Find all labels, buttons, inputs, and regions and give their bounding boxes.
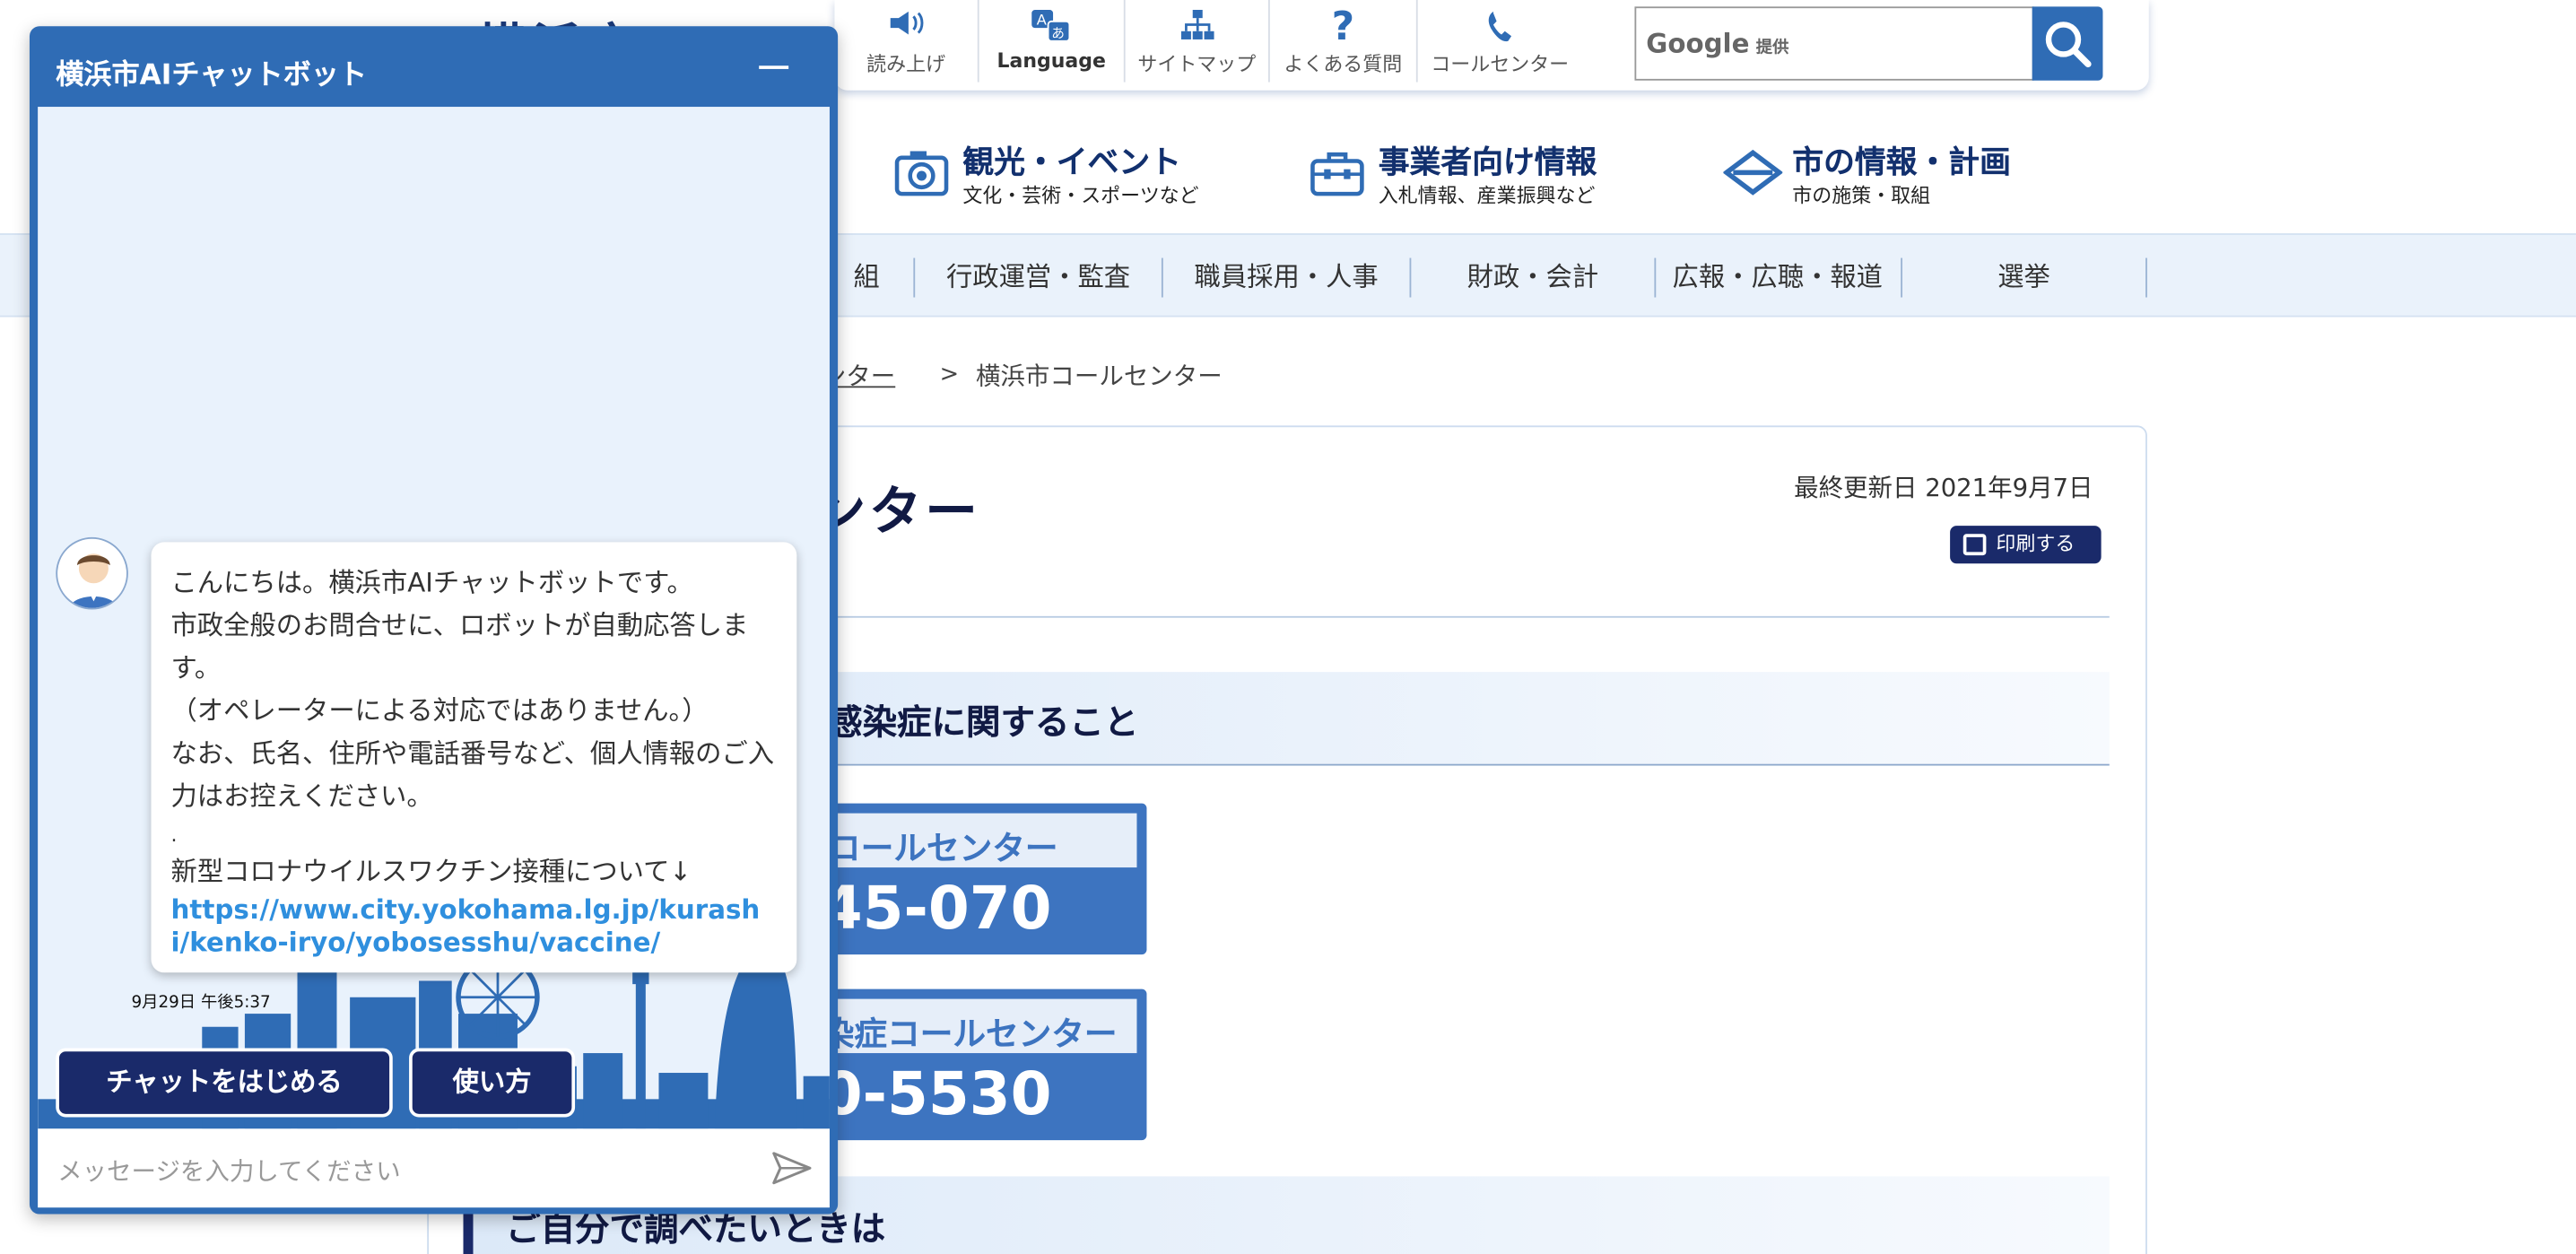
toolbar-label: サイトマップ — [1137, 52, 1257, 76]
message-line: 新型コロナウイルスワクチン接種について↓ — [170, 856, 692, 888]
phone-icon — [1418, 0, 1582, 43]
printer-icon — [1962, 534, 1987, 556]
call-card-title: コールセンター — [828, 828, 1058, 868]
category-subtitle: 市の施策・取組 — [1792, 184, 1931, 207]
nav-item[interactable]: 行政運営・監査 — [915, 235, 1162, 318]
language-icon: Aあ — [979, 0, 1124, 43]
how-to-use-button[interactable]: 使い方 — [409, 1048, 576, 1118]
question-icon: ? — [1331, 3, 1355, 49]
vaccine-info-link[interactable]: https://www.city.yokohama.lg.jp/kurashi/… — [170, 893, 777, 959]
breadcrumb-separator: > — [939, 361, 960, 388]
search-brand-suffix: 提供 — [1755, 39, 1789, 58]
speaker-icon — [834, 0, 977, 43]
message-line: なお、氏名、住所や電話番号など、個人情報のご入力はお控えください。 — [170, 737, 775, 812]
svg-text:A: A — [1037, 12, 1047, 28]
category-title: 観光・イベント — [962, 144, 1181, 181]
nav-item[interactable]: 財政・会計 — [1411, 235, 1654, 318]
category-title: 市の情報・計画 — [1792, 144, 2011, 181]
category-subtitle: 入札情報、産業振興など — [1378, 184, 1596, 207]
toolbar-label: Language — [996, 48, 1106, 73]
last-updated: 最終更新日 2021年9月7日 — [1794, 473, 2093, 503]
call-card-number: 0-5530 — [821, 1061, 1052, 1129]
message-input-placeholder: メッセージを入力してください — [57, 1156, 401, 1187]
sitemap-icon — [1126, 0, 1268, 43]
chat-body[interactable]: こんにちは。横浜市AIチャットボットです。 市政全般のお問合せに、ロボットが自動… — [38, 107, 830, 1129]
call-card-title: 染症コールセンター — [821, 1014, 1118, 1054]
toolbar-label: よくある質問 — [1284, 52, 1403, 76]
chatbot-window: 横浜市AIチャットボット こんにちは。横浜市AIチャットボットです。 市政全般の… — [29, 26, 839, 1215]
breadcrumb-current: 横浜市コールセンター — [975, 361, 1223, 391]
section-heading-text: 感染症に関すること — [828, 702, 1139, 743]
toolbar-language[interactable]: Aあ Language — [979, 0, 1126, 83]
start-chat-button[interactable]: チャットをはじめる — [56, 1048, 393, 1118]
message-line: 市政全般のお問合せに、ロボットが自動応答します。 — [170, 609, 749, 684]
google-brand: Google 提供 — [1646, 28, 1788, 59]
category-subtitle: 文化・芸術・スポーツなど — [962, 184, 1199, 207]
nav-divider — [2145, 257, 2147, 298]
message-line: こんにちは。横浜市AIチャットボットです。 — [170, 566, 693, 598]
call-card-number: 45-070 — [821, 875, 1052, 944]
search-brand: Google — [1646, 28, 1750, 59]
toolbar-call-center[interactable]: コールセンター — [1418, 0, 1582, 83]
print-label: 印刷する — [1996, 532, 2076, 556]
nav-item[interactable]: 職員採用・人事 — [1163, 235, 1410, 318]
bot-avatar — [56, 536, 128, 610]
toolbar-sitemap[interactable]: サイトマップ — [1126, 0, 1270, 83]
utility-toolbar: 読み上げ Aあ Language サイトマップ ? よくある質問 コールセンター… — [834, 0, 2149, 91]
minimize-icon[interactable] — [759, 65, 789, 69]
search-icon — [2045, 22, 2092, 68]
toolbar-label: 読み上げ — [866, 52, 946, 76]
toolbar-label: コールセンター — [1431, 52, 1570, 76]
print-button[interactable]: 印刷する — [1950, 526, 2102, 564]
svg-text:あ: あ — [1051, 26, 1065, 41]
chat-message-bubble: こんにちは。横浜市AIチャットボットです。 市政全般のお問合せに、ロボットが自動… — [151, 542, 797, 973]
message-line: （オペレーターによる対応ではありません。） — [170, 694, 709, 727]
search-input[interactable]: Google 提供 — [1634, 6, 2034, 81]
message-timestamp: 9月29日 午後5:37 — [131, 994, 271, 1013]
toolbox-icon — [1310, 148, 1369, 201]
send-icon[interactable] — [770, 1150, 814, 1186]
category-title: 事業者向け情報 — [1378, 144, 1597, 181]
message-dot: . — [170, 823, 178, 847]
city-emblem-icon — [1722, 148, 1784, 201]
nav-item[interactable]: 選挙 — [1902, 235, 2145, 318]
nav-item[interactable]: 広報・広聴・報道 — [1656, 235, 1899, 318]
page-title: ンター — [813, 479, 981, 543]
message-input[interactable]: メッセージを入力してください — [38, 1128, 830, 1208]
toolbar-faq[interactable]: ? よくある質問 — [1270, 0, 1418, 83]
chat-title: 横浜市AIチャットボット — [56, 58, 368, 92]
toolbar-read-aloud[interactable]: 読み上げ — [834, 0, 979, 83]
chat-header: 横浜市AIチャットボット — [30, 26, 838, 107]
camera-icon — [893, 148, 953, 201]
search-button[interactable] — [2032, 6, 2103, 81]
